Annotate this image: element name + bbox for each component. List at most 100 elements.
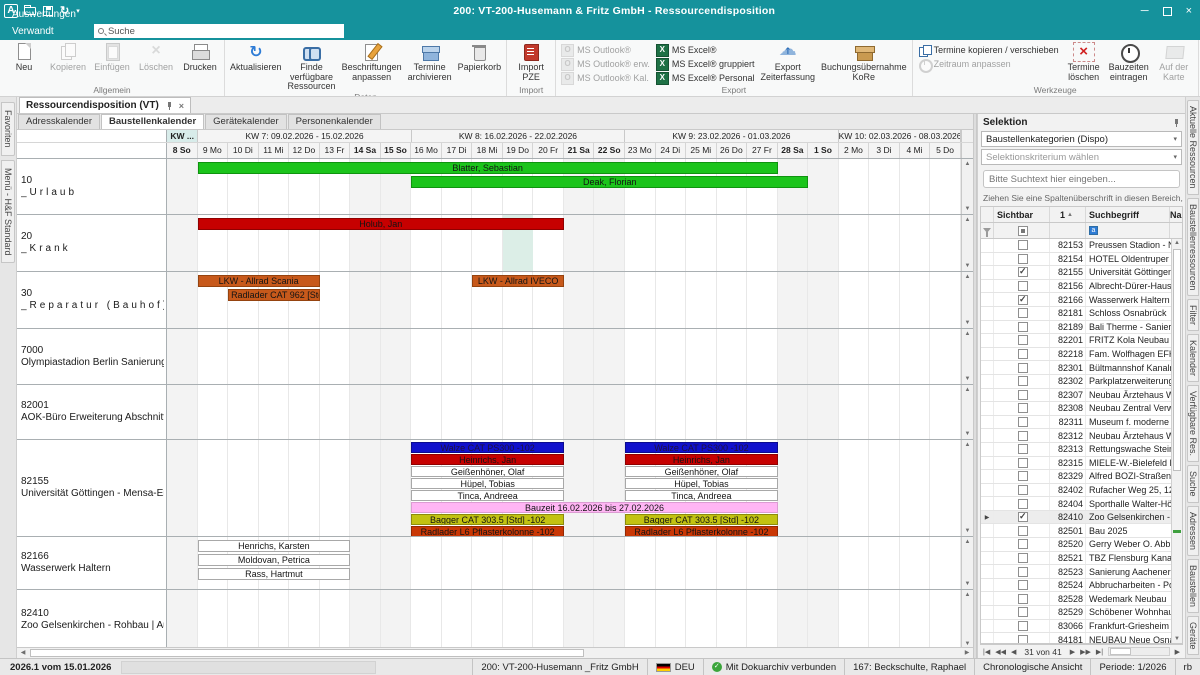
table-row[interactable]: 82156 Albrecht-Dürer-Haus Erweit... <box>981 280 1171 294</box>
pin-icon[interactable] <box>1172 119 1180 127</box>
table-row[interactable]: 82311 Museum f. moderne Kunst <box>981 416 1171 430</box>
dokuarchiv-status[interactable]: ✓ Mit Dokuarchiv verbunden <box>703 659 844 675</box>
scrollbar-thumb[interactable] <box>30 649 584 657</box>
row-scrollbar[interactable]: ▲ ▼ <box>961 329 973 384</box>
day-header[interactable]: 23 Mo <box>625 143 656 158</box>
table-row[interactable]: 82528 Wedemark Neubau <box>981 592 1171 606</box>
tab-geraetekalender[interactable]: Gerätekalender <box>205 114 286 129</box>
table-row[interactable]: 82166 Wasserwerk Haltern <box>981 293 1171 307</box>
table-row[interactable]: 82315 MIELE-W.-Bielefeld Erweitg... <box>981 457 1171 471</box>
gantt-bar[interactable]: Holub, Jan <box>198 218 564 230</box>
day-header[interactable]: 28 Sa <box>778 143 809 158</box>
table-row[interactable]: 82404 Sporthalle Walter-Höllerer-... <box>981 497 1171 511</box>
gantt-bar[interactable]: Moldovan, Petrica <box>198 554 351 566</box>
language-indicator[interactable]: DEU <box>647 659 703 675</box>
sichtbar-checkbox[interactable] <box>1018 512 1028 522</box>
table-row[interactable]: ▶ 82410 Zoo Gelsenkirchen - Rohba... <box>981 511 1171 525</box>
sichtbar-checkbox[interactable] <box>1018 281 1028 291</box>
project-label[interactable]: 7000 Olympiastadion Berlin Sanierung <box>17 329 167 384</box>
scroll-down-icon[interactable]: ▼ <box>962 640 973 647</box>
sichtbar-checkbox[interactable] <box>1018 594 1028 604</box>
table-horizontal-scrollbar[interactable] <box>1108 647 1170 656</box>
panel-tab-aktuelle-ressourcen[interactable]: Aktuelle Ressourcen <box>1187 100 1199 195</box>
gantt-bar[interactable]: Deak, Florian <box>411 176 808 188</box>
drucken-button[interactable]: Drucken <box>178 40 222 73</box>
scroll-down-icon[interactable]: ▼ <box>962 319 973 327</box>
sichtbar-column-header[interactable]: Sichtbar <box>994 207 1050 222</box>
sichtbar-filter-checkbox[interactable] <box>1018 226 1028 236</box>
day-header[interactable]: 8 So <box>167 143 198 158</box>
ribbon-search-box[interactable]: Suche <box>94 24 344 38</box>
tab-personenkalender[interactable]: Personenkalender <box>288 114 381 129</box>
sichtbar-checkbox[interactable] <box>1018 471 1028 481</box>
gantt-bar[interactable]: LKW - Allrad IVECO <box>472 275 564 287</box>
sichtbar-checkbox[interactable] <box>1018 267 1028 277</box>
day-header[interactable]: 27 Fr <box>747 143 778 158</box>
gantt-bar[interactable]: Radlader L6 Pflasterkolonne -102 <box>625 526 778 537</box>
ms-excel-button[interactable]: MS Excel® <box>653 43 758 56</box>
week-header[interactable]: KW 8: 16.02.2026 - 22.02.2026 <box>412 130 625 142</box>
gantt-bar[interactable]: Tinca, Andreea <box>411 490 564 501</box>
panel-tab-adressen[interactable]: Adressen <box>1187 506 1199 556</box>
tab-verwandt[interactable]: Verwandt <box>0 23 88 40</box>
table-row[interactable]: 82520 Gerry Weber O. Abbruch u... <box>981 538 1171 552</box>
sichtbar-checkbox[interactable] <box>1018 417 1028 427</box>
sichtbar-checkbox[interactable] <box>1018 295 1028 305</box>
sichtbar-checkbox[interactable] <box>1018 390 1028 400</box>
row-scrollbar[interactable]: ▲ ▼ <box>961 590 973 647</box>
mandant-label[interactable]: 200: VT-200-Husemann _Fritz GmbH <box>472 659 646 675</box>
table-row[interactable]: 82201 FRITZ Kola Neubau in Hamb... <box>981 334 1171 348</box>
finde-ressourcen-button[interactable]: Finde verfügbare Ressourcen <box>285 40 339 92</box>
gantt-bar[interactable]: Geißenhöner, Olaf <box>411 466 564 477</box>
close-document-icon[interactable]: × <box>179 101 184 111</box>
number-filter-cell[interactable] <box>1050 223 1086 238</box>
table-row[interactable]: 82189 Bali Therme - Sanierung Sa... <box>981 321 1171 335</box>
day-header[interactable]: 16 Mo <box>411 143 442 158</box>
sichtbar-checkbox[interactable] <box>1018 621 1028 631</box>
scroll-down-icon[interactable]: ▼ <box>1172 636 1182 642</box>
day-header[interactable]: 22 So <box>594 143 625 158</box>
table-row[interactable]: 82521 TBZ Flensburg Kanalsanieru... <box>981 552 1171 566</box>
termine-kopieren-button[interactable]: Termine kopieren / verschieben <box>915 43 1062 56</box>
gantt-bar[interactable]: Bagger CAT 303.5 [Std] -102 <box>411 514 564 525</box>
gantt-bar[interactable]: Walze CAT PS300 -102 <box>411 442 564 453</box>
row-scrollbar[interactable]: ▲ ▼ <box>961 385 973 439</box>
gantt-bar[interactable]: Bagger CAT 303.5 [Std] -102 <box>625 514 778 525</box>
day-header[interactable]: 3 Di <box>869 143 900 158</box>
gantt-bar[interactable]: Heinrichs, Jan <box>411 454 564 465</box>
export-zeiterfassung-button[interactable]: Export Zeiterfassung <box>758 40 819 82</box>
suchtext-input[interactable] <box>983 170 1180 188</box>
project-label[interactable]: 82155 Universität Göttingen - Mensa-Erwe… <box>17 440 167 536</box>
week-header[interactable]: KW 9: 23.02.2026 - 01.03.2026 <box>625 130 838 142</box>
suchbegriff-column-header[interactable]: Suchbegriff <box>1086 207 1170 222</box>
gantt-bar[interactable]: Walze CAT PS300 -102 <box>625 442 778 453</box>
auf-der-karte-button[interactable]: Auf der Karte <box>1152 40 1196 82</box>
sichtbar-checkbox[interactable] <box>1018 635 1028 643</box>
view-mode-label[interactable]: Chronologische Ansicht <box>974 659 1090 675</box>
table-row[interactable]: 82329 Alfred BOZI-Straßenerneue... <box>981 470 1171 484</box>
next-record-button[interactable]: ▶ <box>1070 648 1075 656</box>
maximize-button[interactable] <box>1163 7 1172 16</box>
gantt-bar[interactable]: Radlader L6 Pflasterkolonne -102 <box>411 526 564 537</box>
close-window-button[interactable]: × <box>1186 6 1192 17</box>
scroll-right-icon[interactable]: ▶ <box>1175 648 1180 656</box>
panel-tab-baustellenressourcen[interactable]: Baustellenressourcen <box>1187 198 1199 297</box>
scroll-up-icon[interactable]: ▲ <box>962 160 973 168</box>
day-header[interactable]: 25 Mi <box>686 143 717 158</box>
sichtbar-checkbox[interactable] <box>1018 458 1028 468</box>
name-column-header[interactable]: Name <box>1170 207 1182 222</box>
sidebar-tab-menue[interactable]: Menü - H&F Standard <box>1 160 15 264</box>
table-row[interactable]: 82181 Schloss Osnabrück <box>981 307 1171 321</box>
panel-tab-filter[interactable]: Filter <box>1187 299 1199 331</box>
zeitraum-anpassen-button[interactable]: Zeitraum anpassen <box>915 57 1062 70</box>
project-label[interactable]: 30 _Reparatur (Bauhof) <box>17 272 167 328</box>
next-page-button[interactable]: ▶▶ <box>1080 648 1091 656</box>
sichtbar-checkbox[interactable] <box>1018 553 1028 563</box>
week-header[interactable]: KW 10: 02.03.2026 - 08.03.2026 <box>839 130 961 142</box>
gantt-bar[interactable]: Rass, Hartmut <box>198 568 351 580</box>
prev-page-button[interactable]: ◀◀ <box>995 648 1006 656</box>
gantt-bar[interactable]: Hüpel, Tobias <box>411 478 564 489</box>
table-row[interactable]: 82523 Sanierung Aachener TIVOLI... <box>981 565 1171 579</box>
kategorien-dropdown[interactable]: Baustellenkategorien (Dispo) ▾ <box>981 131 1182 147</box>
day-header[interactable]: 10 Di <box>228 143 259 158</box>
